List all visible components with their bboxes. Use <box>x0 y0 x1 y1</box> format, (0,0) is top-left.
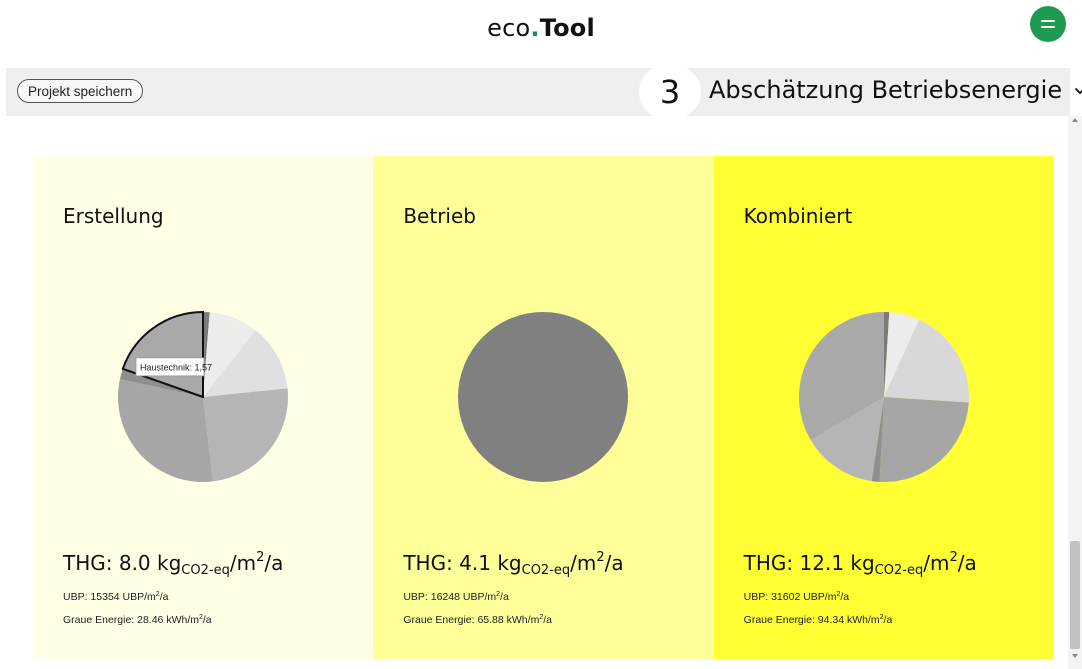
app-logo: eco.Tool <box>0 14 1082 42</box>
ubp-value: UBP: 31602 UBP/m2/a <box>743 591 850 603</box>
ubp-value: UBP: 16248 UBP/m2/a <box>403 591 509 603</box>
results-panels: Erstellung Haustechnik: 1,57 THG: 8.0 kg… <box>33 156 1054 659</box>
panel-erstellung: Erstellung Haustechnik: 1,57 THG: 8.0 kg… <box>33 156 374 659</box>
chevron-down-icon <box>1074 87 1082 95</box>
pie-slice[interactable] <box>879 397 969 482</box>
brand-prefix: eco <box>487 14 531 42</box>
pie-slice[interactable] <box>203 388 288 482</box>
panel-kombiniert: Kombiniert THG: 12.1 kgCO2-eq/m2/a UBP: … <box>713 156 1054 659</box>
graue-energie-value: Graue Energie: 28.46 kWh/m2/a <box>63 614 212 626</box>
step-title: Abschätzung Betriebsenergie <box>709 76 1063 104</box>
pie-chart-erstellung[interactable]: Haustechnik: 1,57 <box>113 307 293 487</box>
step-selector[interactable]: Abschätzung Betriebsenergie <box>709 76 1082 104</box>
scroll-thumb[interactable] <box>1070 541 1080 649</box>
scrollbar[interactable] <box>1068 116 1082 669</box>
scroll-down-icon[interactable] <box>1072 654 1078 658</box>
brand-suffix: Tool <box>539 14 595 42</box>
slice-tooltip: Haustechnik: 1,57 <box>135 357 212 377</box>
thg-value: THG: 8.0 kgCO2-eq/m2/a <box>63 550 284 578</box>
graue-energie-value: Graue Energie: 65.88 kWh/m2/a <box>403 614 552 626</box>
panel-betrieb: Betrieb THG: 4.1 kgCO2-eq/m2/a UBP: 1624… <box>373 156 714 659</box>
panel-title: Erstellung <box>63 204 164 228</box>
pie-chart-kombiniert[interactable] <box>794 307 974 487</box>
scroll-up-icon[interactable] <box>1072 118 1078 122</box>
menu-button[interactable] <box>1030 6 1066 42</box>
thg-value: THG: 4.1 kgCO2-eq/m2/a <box>403 550 624 578</box>
panel-title: Kombiniert <box>743 204 853 228</box>
brand-dot: . <box>530 14 540 42</box>
pie-chart-betrieb[interactable] <box>453 307 633 487</box>
tooltip-text: Haustechnik: 1,57 <box>140 362 212 372</box>
save-project-button[interactable]: Projekt speichern <box>17 79 144 103</box>
panel-title: Betrieb <box>403 204 476 228</box>
toolbar: Projekt speichern 3 Abschätzung Betriebs… <box>6 64 1082 120</box>
graue-energie-value: Graue Energie: 94.34 kWh/m2/a <box>743 614 893 626</box>
thg-value: THG: 12.1 kgCO2-eq/m2/a <box>743 550 977 578</box>
pie-slice[interactable] <box>458 312 629 482</box>
ubp-value: UBP: 15354 UBP/m2/a <box>63 591 169 603</box>
step-number: 3 <box>639 64 701 120</box>
menu-lines-icon <box>1041 20 1055 28</box>
